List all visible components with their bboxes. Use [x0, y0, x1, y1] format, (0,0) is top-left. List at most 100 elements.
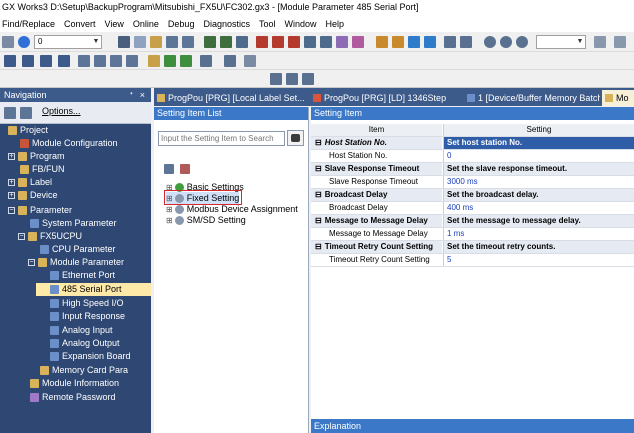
- sfc-icon[interactable]: [94, 55, 106, 67]
- collapse-icon[interactable]: ⊟: [315, 242, 322, 251]
- zoom-fit-icon[interactable]: [516, 36, 528, 48]
- row-value[interactable]: 1 ms: [443, 228, 634, 240]
- convert-icon[interactable]: [256, 36, 268, 48]
- zoom-in-icon[interactable]: [484, 36, 496, 48]
- grid-value-row[interactable]: Slave Response Timeout 3000 ms: [311, 176, 634, 189]
- expand-all-icon[interactable]: [164, 164, 174, 174]
- print-icon[interactable]: [2, 36, 14, 48]
- write-plc-icon[interactable]: [220, 36, 232, 48]
- paste-icon[interactable]: [150, 36, 162, 48]
- st-icon[interactable]: [110, 55, 122, 67]
- tree-item-analog-output[interactable]: Analog Output: [50, 337, 120, 350]
- grid-group-row[interactable]: ⊟ Message to Message Delay Set the messag…: [311, 215, 634, 228]
- nav-sort-icon[interactable]: [20, 107, 32, 119]
- stop-icon[interactable]: [200, 55, 212, 67]
- ladder-icon[interactable]: [58, 55, 70, 67]
- grid-group-row[interactable]: ⊟ Host Station No. Set host station No.: [311, 137, 634, 150]
- menu-find-replace[interactable]: Find/Replace: [2, 19, 55, 29]
- zoom-level-combo[interactable]: ▼: [536, 35, 586, 49]
- layout-icon[interactable]: [270, 73, 282, 85]
- toolbar-options-icon[interactable]: [594, 36, 606, 48]
- help-icon[interactable]: [18, 36, 30, 48]
- grid-icon[interactable]: [78, 55, 90, 67]
- tree-item-program[interactable]: + Program: [8, 150, 65, 163]
- watch-icon[interactable]: [336, 36, 348, 48]
- run-icon[interactable]: [180, 55, 192, 67]
- tree-item-cpu-parameter[interactable]: CPU Parameter: [40, 243, 116, 256]
- tab-device-buffer-memory[interactable]: 1 [Device/Buffer Memory Batch...: [464, 90, 600, 106]
- grid-value-row[interactable]: Host Station No. 0: [311, 150, 634, 163]
- collapse-icon[interactable]: −: [18, 233, 25, 240]
- tree-item-module-information[interactable]: Module Information: [30, 377, 119, 390]
- row-value[interactable]: 5: [443, 254, 634, 266]
- diag-icon[interactable]: [224, 55, 236, 67]
- menu-tool[interactable]: Tool: [259, 19, 276, 29]
- replace-icon[interactable]: [392, 36, 404, 48]
- tree-item-fx5ucpu[interactable]: − FX5UCPU: [18, 230, 82, 243]
- setting-search-input[interactable]: [158, 131, 285, 146]
- grid-value-row[interactable]: Timeout Retry Count Setting 5: [311, 254, 634, 267]
- tree-item-label-node[interactable]: + Label: [8, 176, 52, 189]
- tree-item-high-speed-io[interactable]: High Speed I/O: [50, 297, 124, 310]
- online-change-icon[interactable]: [288, 36, 300, 48]
- monitor-icon[interactable]: [304, 36, 316, 48]
- menu-convert[interactable]: Convert: [64, 19, 96, 29]
- collapse-icon[interactable]: ⊟: [315, 164, 322, 173]
- close-icon[interactable]: ×: [140, 88, 145, 102]
- columns-icon[interactable]: [286, 73, 298, 85]
- menu-diagnostics[interactable]: Diagnostics: [203, 19, 250, 29]
- window-icon[interactable]: [444, 36, 456, 48]
- grid-value-row[interactable]: Message to Message Delay 1 ms: [311, 228, 634, 241]
- collapse-icon[interactable]: ⊟: [315, 216, 322, 225]
- list-icon[interactable]: [22, 55, 34, 67]
- read-plc-icon[interactable]: [204, 36, 216, 48]
- monitor-stop-icon[interactable]: [320, 36, 332, 48]
- options-button[interactable]: Options...: [42, 106, 81, 116]
- expand-icon[interactable]: +: [8, 179, 15, 186]
- expand-icon[interactable]: +: [8, 192, 15, 199]
- tree-item-memory-card-param[interactable]: Memory Card Para: [40, 364, 128, 377]
- find-icon[interactable]: [376, 36, 388, 48]
- zoom-combo[interactable]: 0 ▼: [34, 35, 102, 49]
- row-value[interactable]: 3000 ms: [443, 176, 634, 188]
- tree-item-remote-password[interactable]: Remote Password: [30, 391, 116, 404]
- tree-item-analog-input[interactable]: Analog Input: [50, 324, 113, 337]
- collapse-icon[interactable]: ⊟: [315, 190, 322, 199]
- tree-item-input-response[interactable]: Input Response: [50, 310, 125, 323]
- cross-ref-icon[interactable]: [408, 36, 420, 48]
- menu-online[interactable]: Online: [133, 19, 159, 29]
- tree-item-parameter[interactable]: − Parameter: [8, 204, 72, 217]
- tree-item-fb-fun[interactable]: FB/FUN: [20, 163, 65, 176]
- verify-icon[interactable]: [236, 36, 248, 48]
- expand-icon[interactable]: +: [8, 153, 15, 160]
- grid-value-row[interactable]: Broadcast Delay 400 ms: [311, 202, 634, 215]
- nav-view-icon[interactable]: [4, 107, 16, 119]
- tab-progpou-local-label[interactable]: ProgPou [PRG] [Local Label Set...: [154, 90, 304, 106]
- tree-item-module-configuration[interactable]: Module Configuration: [20, 137, 118, 150]
- table-icon[interactable]: [40, 55, 52, 67]
- tree-item-485-serial-port[interactable]: 485 Serial Port: [36, 283, 151, 296]
- tree-item-module-parameter[interactable]: − Module Parameter: [28, 256, 124, 269]
- device-list-icon[interactable]: [424, 36, 436, 48]
- rows-icon[interactable]: [302, 73, 314, 85]
- tree-item-system-parameter[interactable]: System Parameter: [30, 217, 117, 230]
- cut-icon[interactable]: [118, 36, 130, 48]
- menu-view[interactable]: View: [105, 19, 124, 29]
- tab-module-parameter[interactable]: Mo: [602, 90, 634, 106]
- tree-item-expansion-board[interactable]: Expansion Board: [50, 350, 131, 363]
- collapse-icon[interactable]: −: [8, 207, 15, 214]
- undo-icon[interactable]: [166, 36, 178, 48]
- tree-item-ethernet-port[interactable]: Ethernet Port: [50, 269, 115, 282]
- expand-icon[interactable]: ⊞: [166, 214, 173, 227]
- view-icon[interactable]: [4, 55, 16, 67]
- collapse-all-icon[interactable]: [180, 164, 190, 174]
- collapse-icon[interactable]: ⊟: [315, 138, 322, 147]
- menu-help[interactable]: Help: [326, 19, 345, 29]
- device-icon[interactable]: [352, 36, 364, 48]
- convert-all-icon[interactable]: [272, 36, 284, 48]
- sim-icon[interactable]: [148, 55, 160, 67]
- row-value[interactable]: 0: [443, 150, 634, 162]
- menu-window[interactable]: Window: [285, 19, 317, 29]
- collapse-icon[interactable]: −: [28, 259, 35, 266]
- window2-icon[interactable]: [460, 36, 472, 48]
